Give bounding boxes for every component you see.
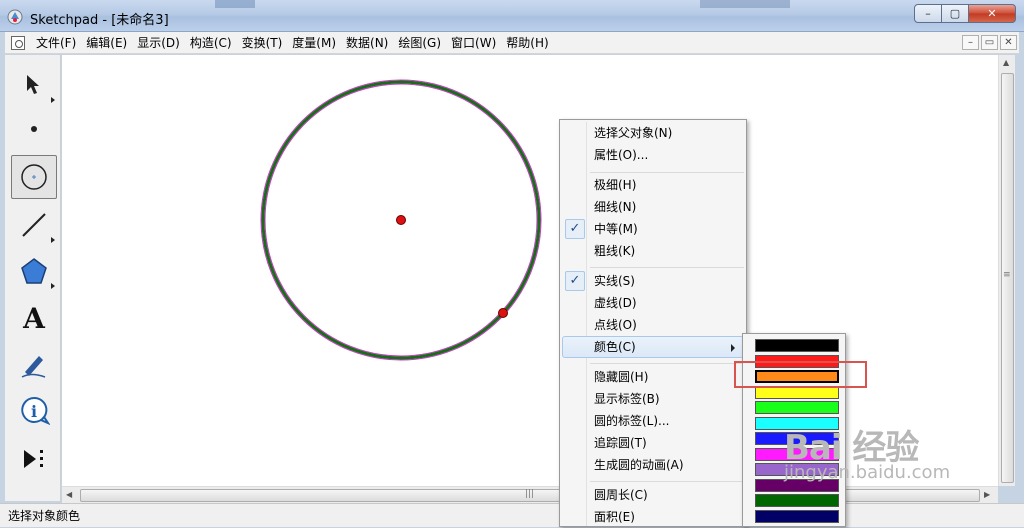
annotation-highlight-box	[734, 361, 867, 388]
scroll-up-icon[interactable]: ▲	[1003, 58, 1009, 67]
point-icon	[31, 126, 37, 132]
maximize-button[interactable]: ▢	[942, 4, 969, 23]
menu-window[interactable]: 窗口(W)	[446, 34, 501, 51]
menu-item-hairline[interactable]: 极细(H)	[562, 174, 744, 196]
circle-icon	[21, 164, 47, 190]
radius-point[interactable]	[498, 308, 508, 318]
color-swatch[interactable]	[755, 401, 839, 414]
menu-transform[interactable]: 变换(T)	[237, 34, 288, 51]
scroll-left-icon[interactable]: ◀	[66, 490, 72, 499]
menu-item-medium[interactable]: ✓ 中等(M)	[562, 218, 744, 240]
doc-restore-button[interactable]: ▭	[981, 35, 998, 50]
line-icon	[22, 213, 46, 237]
menu-item-select-parents[interactable]: 选择父对象(N)	[562, 122, 744, 144]
pentagon-icon	[21, 258, 47, 284]
menu-help[interactable]: 帮助(H)	[501, 34, 553, 51]
scroll-right-icon[interactable]: ▶	[984, 490, 990, 499]
arrow-tool[interactable]	[11, 63, 57, 107]
document-icon[interactable]	[11, 35, 25, 50]
menu-separator	[590, 363, 744, 364]
submenu-indicator-icon	[51, 237, 55, 243]
info-label: i	[31, 402, 37, 421]
text-tool[interactable]: A	[11, 296, 57, 340]
menu-data[interactable]: 数据(N)	[341, 34, 393, 51]
menu-item-trace-circle[interactable]: 追踪圆(T)	[562, 432, 744, 454]
menu-item-dashed[interactable]: 虚线(D)	[562, 292, 744, 314]
checkmark-icon: ✓	[565, 271, 585, 291]
close-button[interactable]: ✕	[969, 4, 1016, 23]
submenu-indicator-icon	[51, 97, 55, 103]
menu-separator	[590, 481, 744, 482]
custom-tool[interactable]	[11, 437, 57, 481]
menu-item-animate-circle[interactable]: 生成圆的动画(A)	[562, 454, 744, 476]
menu-item-solid[interactable]: ✓ 实线(S)	[562, 270, 744, 292]
vertical-scroll-thumb[interactable]: ≡	[1001, 73, 1014, 483]
menu-construct[interactable]: 构造(C)	[185, 34, 237, 51]
compass-tool[interactable]	[11, 155, 57, 199]
menu-bar: 文件(F) 编辑(E) 显示(D) 构造(C) 变换(T) 度量(M) 数据(N…	[5, 32, 1019, 54]
point-tool[interactable]	[11, 107, 57, 151]
menu-separator	[590, 267, 744, 268]
checkmark-icon: ✓	[565, 219, 585, 239]
arrow-icon	[27, 75, 39, 94]
polygon-tool[interactable]	[11, 249, 57, 293]
info-tool[interactable]: i	[11, 389, 57, 433]
title-bar: Sketchpad - [未命名3] – ▢ ✕	[0, 0, 1024, 32]
status-bar: 选择对象颜色	[0, 503, 1024, 527]
menu-display[interactable]: 显示(D)	[132, 34, 185, 51]
straightedge-tool[interactable]	[11, 203, 57, 247]
menu-item-show-label[interactable]: 显示标签(B)	[562, 388, 744, 410]
window-title: Sketchpad - [未命名3]	[30, 13, 169, 28]
menu-item-circumference[interactable]: 圆周长(C)	[562, 484, 744, 506]
play-more-icon	[24, 450, 43, 468]
menu-item-properties[interactable]: 属性(O)...	[562, 144, 744, 166]
doc-close-button[interactable]: ✕	[1000, 35, 1017, 50]
menu-measure[interactable]: 度量(M)	[287, 34, 341, 51]
toolbox: A i	[5, 55, 61, 501]
text-icon: A	[23, 301, 45, 335]
color-swatch[interactable]	[755, 339, 839, 352]
pen-icon	[21, 356, 46, 378]
marker-tool[interactable]	[11, 343, 57, 387]
context-menu: 选择父对象(N) 属性(O)... 极细(H) 细线(N) ✓ 中等(M) 粗线…	[559, 119, 747, 527]
minimize-button[interactable]: –	[914, 4, 942, 23]
menu-item-color[interactable]: 颜色(C)	[562, 336, 744, 358]
watermark-url: jingyan.baidu.com	[784, 462, 951, 483]
horizontal-scrollbar[interactable]: ◀ ||| ▶	[62, 486, 998, 503]
menu-graph[interactable]: 绘图(G)	[393, 34, 446, 51]
background-snippet	[700, 0, 790, 8]
menu-item-circle-label[interactable]: 圆的标签(L)...	[562, 410, 744, 432]
menu-file[interactable]: 文件(F)	[31, 34, 81, 51]
menu-item-area[interactable]: 面积(E)	[562, 506, 744, 528]
color-swatch[interactable]	[755, 509, 839, 523]
submenu-indicator-icon	[51, 283, 55, 289]
color-swatch[interactable]	[755, 494, 839, 507]
menu-separator	[590, 172, 744, 173]
menu-item-hide-circle[interactable]: 隐藏圆(H)	[562, 366, 744, 388]
vertical-scrollbar[interactable]: ▲ ≡	[998, 55, 1015, 486]
menu-item-dotted[interactable]: 点线(O)	[562, 314, 744, 336]
submenu-arrow-icon	[731, 344, 735, 352]
center-point[interactable]	[396, 215, 406, 225]
background-snippet	[215, 0, 255, 8]
menu-item-thick[interactable]: 粗线(K)	[562, 240, 744, 262]
doc-minimize-button[interactable]: –	[962, 35, 979, 50]
info-icon: i	[21, 396, 50, 425]
menu-item-thin[interactable]: 细线(N)	[562, 196, 744, 218]
watermark: Bai 经验 jingyan.baidu.com	[784, 420, 950, 483]
grip-icon: |||	[525, 489, 535, 499]
status-text: 选择对象颜色	[8, 509, 81, 523]
menu-edit[interactable]: 编辑(E)	[81, 34, 132, 51]
grip-icon: ≡	[1003, 270, 1011, 280]
app-icon	[7, 9, 23, 25]
